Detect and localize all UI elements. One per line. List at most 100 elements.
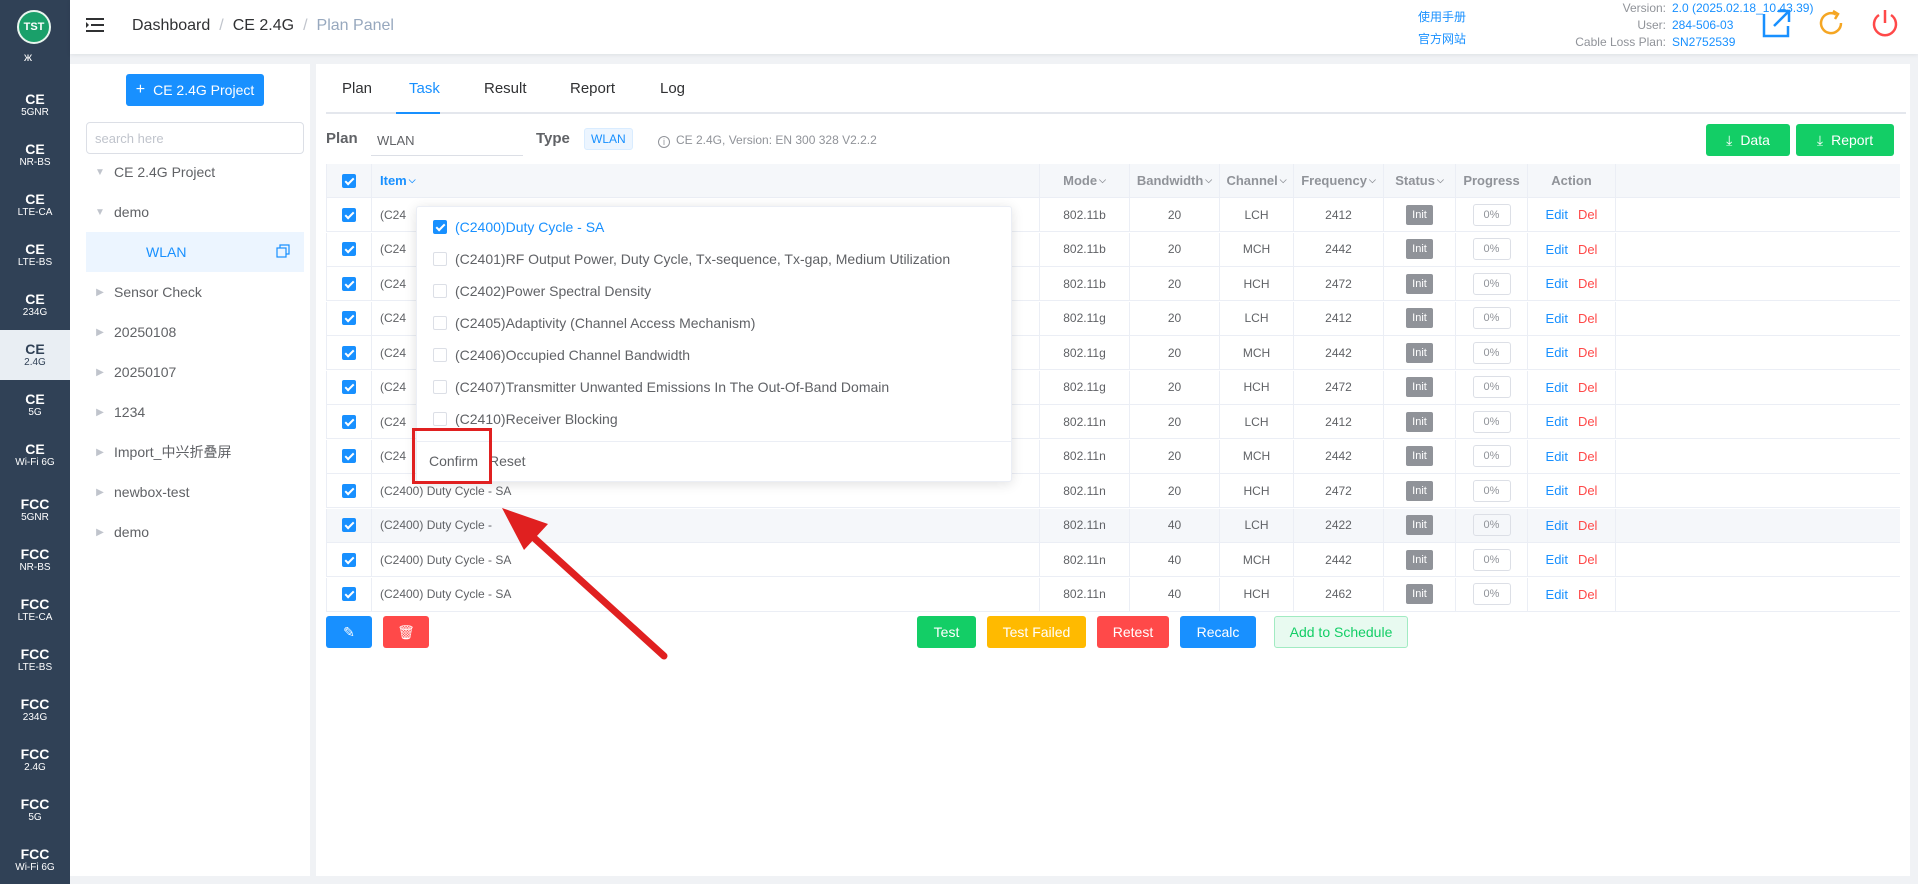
rail-item-ce-nr-bs[interactable]: CE NR-BS: [0, 130, 70, 180]
caret-down-icon[interactable]: ▼: [92, 167, 108, 178]
copy-icon[interactable]: [276, 244, 290, 258]
row-checkbox[interactable]: [342, 380, 356, 394]
row-checkbox[interactable]: [342, 587, 356, 601]
row-checkbox[interactable]: [342, 276, 356, 291]
delete-link[interactable]: Del: [1578, 552, 1598, 567]
rail-item-ce-5gnr[interactable]: CE 5GNR: [0, 80, 70, 130]
delete-link[interactable]: Del: [1578, 311, 1598, 326]
col-header-item[interactable]: Item ⌵: [372, 164, 1040, 197]
tab-report[interactable]: Report: [570, 80, 615, 97]
sort-caret-icon[interactable]: ⌵: [409, 175, 416, 186]
export-icon[interactable]: [1760, 6, 1794, 40]
filter-option[interactable]: (C2400)Duty Cycle - SA: [433, 217, 604, 237]
tree-search-input[interactable]: [86, 122, 304, 154]
filter-option[interactable]: (C2406)Occupied Channel Bandwidth: [433, 345, 690, 365]
filter-option[interactable]: (C2405)Adaptivity (Channel Access Mechan…: [433, 313, 755, 333]
table-row[interactable]: (C2400) Duty Cycle -802.11n 40 LCH 2422 Init…: [326, 508, 1900, 543]
table-row[interactable]: (C2400) Duty Cycle - SA 802.11n 40 HCH 2462 I…: [326, 577, 1900, 612]
sort-caret-icon[interactable]: ⌵: [1369, 175, 1376, 186]
filter-option[interactable]: (C2401)RF Output Power, Duty Cycle, Tx-s…: [433, 249, 950, 269]
hamburger-menu-icon[interactable]: [86, 16, 104, 34]
filter-option-checkbox[interactable]: [433, 380, 447, 394]
tree-node-20250108[interactable]: ▶ 20250108: [86, 312, 304, 352]
row-checkbox[interactable]: [342, 483, 356, 498]
edit-link[interactable]: Edit: [1546, 449, 1568, 464]
col-header-mode[interactable]: Mode ⌵: [1040, 164, 1130, 197]
rail-item-fcc-lte-bs[interactable]: FCC LTE-BS: [0, 635, 70, 685]
filter-option[interactable]: (C2410)Receiver Blocking: [433, 409, 618, 429]
manual-link[interactable]: 使用手册: [1418, 6, 1466, 28]
tree-node-wlan[interactable]: WLAN: [86, 232, 304, 272]
delete-link[interactable]: Del: [1578, 587, 1598, 602]
caret-right-icon[interactable]: ▶: [92, 407, 108, 418]
filter-option-checkbox[interactable]: [433, 348, 447, 362]
cable-loss-value[interactable]: SN2752539: [1672, 34, 1735, 51]
row-checkbox[interactable]: [342, 518, 356, 532]
edit-link[interactable]: Edit: [1546, 414, 1568, 429]
data-button[interactable]: ⤓ Data: [1706, 124, 1790, 156]
tree-node-1234[interactable]: ▶ 1234: [86, 392, 304, 432]
edit-link[interactable]: Edit: [1546, 242, 1568, 257]
plan-input[interactable]: [371, 126, 523, 156]
delete-link[interactable]: Del: [1578, 242, 1598, 257]
filter-option[interactable]: (C2402)Power Spectral Density: [433, 281, 651, 301]
edit-link[interactable]: Edit: [1546, 345, 1568, 360]
tree-node-ce-2-4g-project[interactable]: ▼ CE 2.4G Project: [86, 152, 304, 192]
sort-caret-icon[interactable]: ⌵: [1205, 175, 1212, 186]
new-project-button[interactable]: + CE 2.4G Project: [126, 74, 264, 106]
col-header-bandwidth[interactable]: Bandwidth ⌵: [1130, 164, 1220, 197]
filter-option-checkbox[interactable]: [433, 412, 447, 426]
edit-link[interactable]: Edit: [1546, 380, 1568, 395]
rail-item-ce-234g[interactable]: CE 234G: [0, 280, 70, 330]
edit-link[interactable]: Edit: [1546, 311, 1568, 326]
tree-node-demo[interactable]: ▶ demo: [86, 512, 304, 552]
row-checkbox[interactable]: [342, 242, 356, 256]
rail-item-fcc-5gnr[interactable]: FCC 5GNR: [0, 485, 70, 535]
col-header-frequency[interactable]: Frequency ⌵: [1294, 164, 1384, 197]
row-checkbox[interactable]: [342, 552, 356, 567]
row-checkbox[interactable]: [342, 414, 356, 429]
caret-right-icon[interactable]: ▶: [92, 287, 108, 298]
edit-link[interactable]: Edit: [1546, 552, 1568, 567]
col-header-channel[interactable]: Channel ⌵: [1220, 164, 1294, 197]
tab-log[interactable]: Log: [660, 80, 685, 97]
row-checkbox[interactable]: [342, 207, 356, 222]
caret-right-icon[interactable]: ▶: [92, 447, 108, 458]
filter-option-checkbox[interactable]: [433, 220, 447, 234]
power-icon[interactable]: [1868, 6, 1902, 40]
breadcrumb-dashboard[interactable]: Dashboard: [132, 17, 210, 35]
test-failed-button[interactable]: Test Failed: [987, 616, 1086, 648]
rail-item-fcc-nr-bs[interactable]: FCC NR-BS: [0, 535, 70, 585]
tab-result[interactable]: Result: [484, 80, 527, 97]
caret-right-icon[interactable]: ▶: [92, 367, 108, 378]
filter-option-checkbox[interactable]: [433, 316, 447, 330]
rail-item-fcc-5g[interactable]: FCC 5G: [0, 785, 70, 835]
select-all-checkbox[interactable]: [342, 173, 356, 188]
rail-item-fcc-2-4g[interactable]: FCC 2.4G: [0, 735, 70, 785]
edit-link[interactable]: Edit: [1546, 518, 1568, 533]
row-checkbox[interactable]: [342, 449, 356, 463]
delete-link[interactable]: Del: [1578, 380, 1598, 395]
recalc-button[interactable]: Recalc: [1180, 616, 1256, 648]
tree-node-demo[interactable]: ▼ demo: [86, 192, 304, 232]
edit-link[interactable]: Edit: [1546, 587, 1568, 602]
delete-link[interactable]: Del: [1578, 449, 1598, 464]
rail-item-ce-5g[interactable]: CE 5G: [0, 380, 70, 430]
sort-caret-icon[interactable]: ⌵: [1280, 175, 1287, 186]
retest-button[interactable]: Retest: [1097, 616, 1169, 648]
website-link[interactable]: 官方网站: [1418, 28, 1466, 50]
test-button[interactable]: Test: [917, 616, 976, 648]
tab-task[interactable]: Task: [409, 80, 440, 97]
row-checkbox[interactable]: [342, 345, 356, 360]
rail-item-ce-lte-bs[interactable]: CE LTE-BS: [0, 230, 70, 280]
delete-link[interactable]: Del: [1578, 276, 1598, 291]
add-to-schedule-button[interactable]: Add to Schedule: [1274, 616, 1408, 648]
rail-item-ce-2-4g[interactable]: CE 2.4G: [0, 330, 70, 380]
rail-item-fcc-234g[interactable]: FCC 234G: [0, 685, 70, 735]
reset-button[interactable]: Reset: [489, 453, 526, 469]
filter-option[interactable]: (C2407)Transmitter Unwanted Emissions In…: [433, 377, 889, 397]
report-button[interactable]: ⤓ Report: [1796, 124, 1894, 156]
caret-down-icon[interactable]: ▼: [92, 207, 108, 218]
delete-link[interactable]: Del: [1578, 414, 1598, 429]
caret-right-icon[interactable]: ▶: [92, 487, 108, 498]
